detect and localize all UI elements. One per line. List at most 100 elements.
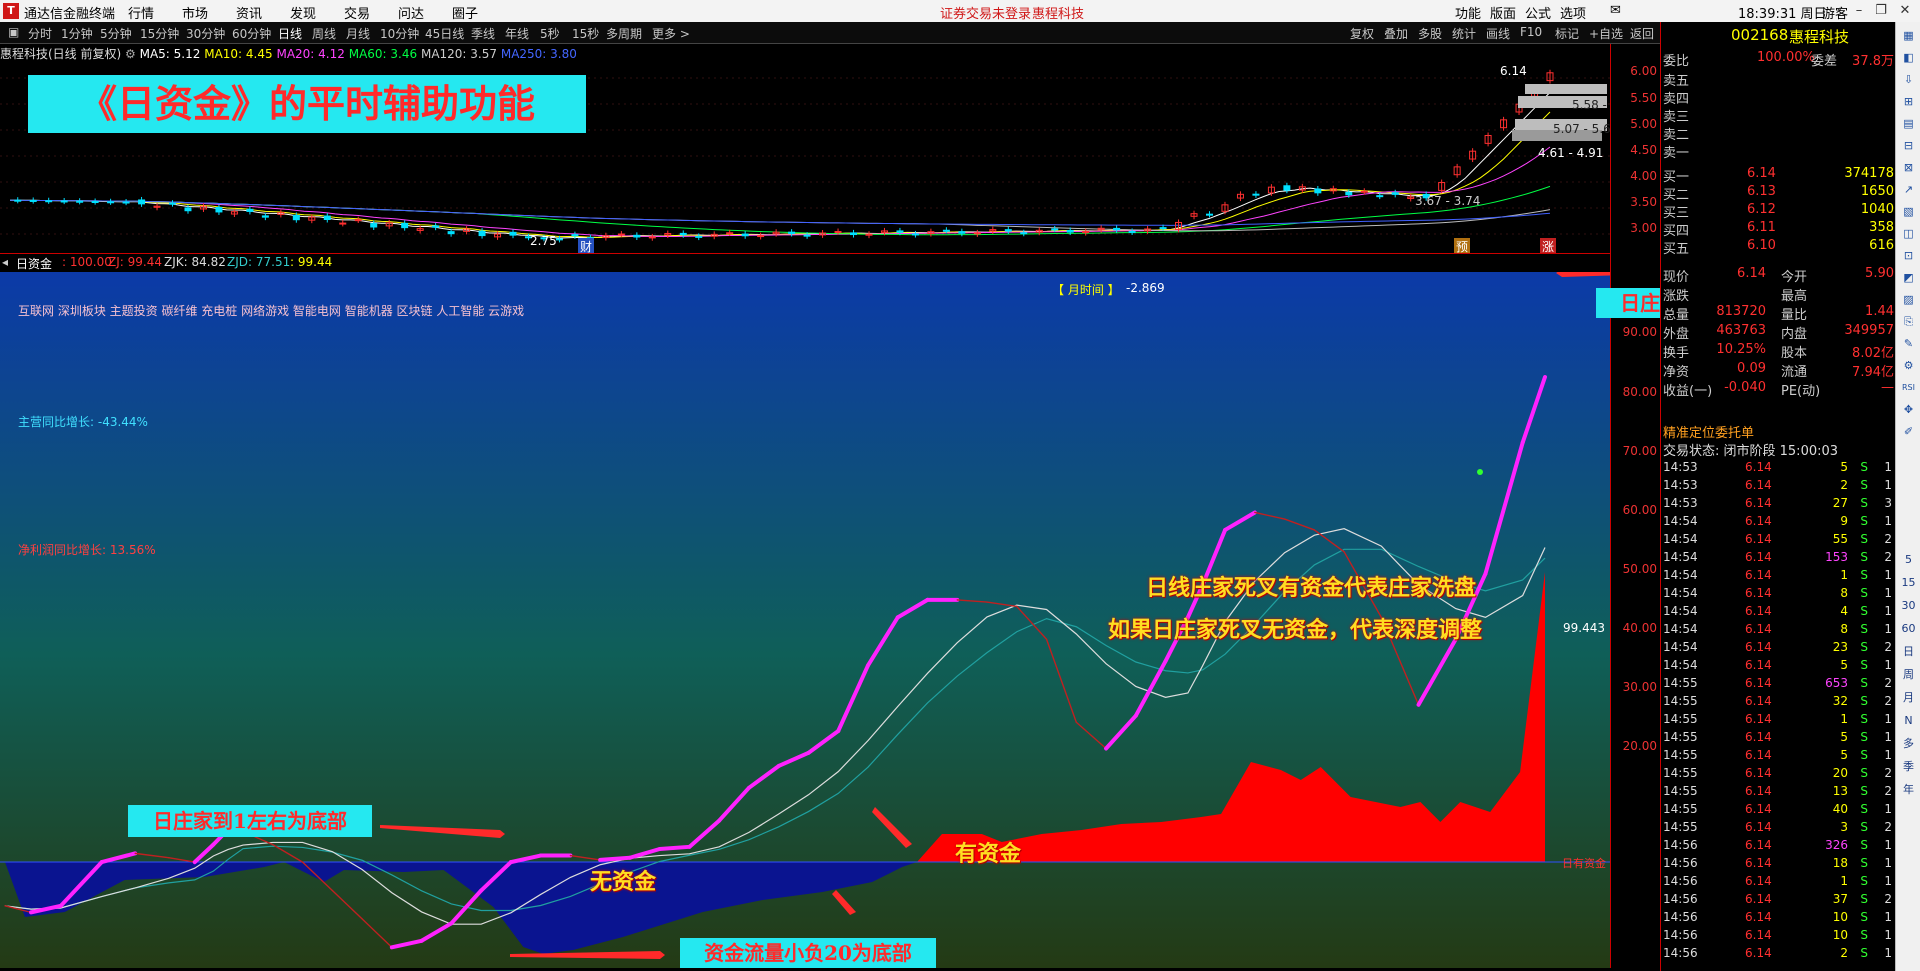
period-toggle-icon[interactable]: ▣ [8, 25, 19, 39]
buy-row[interactable]: 买四 6.11 358 [1661, 220, 1896, 239]
period-15sec[interactable]: 15秒 [572, 25, 599, 42]
tick-row[interactable]: 14:53 6.14 5 S 1 [1661, 460, 1896, 477]
period-season[interactable]: 季线 [471, 25, 495, 42]
tick-row[interactable]: 14:55 6.14 1 S 1 [1661, 712, 1896, 729]
tick-row[interactable]: 14:56 6.14 10 S 1 [1661, 928, 1896, 945]
mail-icon[interactable]: ✉ [1610, 3, 1621, 18]
period-year[interactable]: 年线 [505, 25, 529, 42]
period-shortcut[interactable]: 5 [1901, 552, 1916, 567]
menu-quanzi[interactable]: 圈子 [452, 3, 478, 22]
period-shortcut[interactable]: 周 [1901, 667, 1916, 682]
btn-biaoji[interactable]: 标记 [1555, 25, 1579, 42]
tick-row[interactable]: 14:53 6.14 2 S 1 [1661, 478, 1896, 495]
btn-diejia[interactable]: 叠加 [1384, 25, 1408, 42]
tick-row[interactable]: 14:54 6.14 153 S 2 [1661, 550, 1896, 567]
sell-row[interactable]: 卖四 [1661, 88, 1896, 107]
menu-gongshi[interactable]: 公式 [1525, 3, 1551, 22]
menu-gongneng[interactable]: 功能 [1455, 3, 1481, 22]
panel-icon[interactable]: ◧ [1901, 50, 1916, 65]
tick-row[interactable]: 14:55 6.14 3 S 2 [1661, 820, 1896, 837]
period-1min[interactable]: 1分钟 [61, 25, 93, 42]
back-arrow-icon[interactable]: ‹ [1830, 2, 1848, 20]
period-multi[interactable]: 多周期 [606, 25, 642, 42]
period-shortcut[interactable]: 季 [1901, 759, 1916, 774]
hatch-icon[interactable]: ▨ [1901, 292, 1916, 307]
buy-row[interactable]: 买二 6.13 1650 [1661, 184, 1896, 203]
period-60min[interactable]: 60分钟 [232, 25, 271, 42]
tick-row[interactable]: 14:54 6.14 9 S 1 [1661, 514, 1896, 531]
menu-shichang[interactable]: 市场 [182, 3, 208, 22]
tick-row[interactable]: 14:55 6.14 32 S 2 [1661, 694, 1896, 711]
layout-icon[interactable]: ⊞ [1901, 94, 1916, 109]
move-icon[interactable]: ✥ [1901, 402, 1916, 417]
sell-row[interactable]: 卖二 [1661, 124, 1896, 143]
tick-row[interactable]: 14:53 6.14 27 S 3 [1661, 496, 1896, 513]
tick-row[interactable]: 14:54 6.14 55 S 2 [1661, 532, 1896, 549]
window-icon[interactable]: ◩ [1901, 270, 1916, 285]
period-shortcut[interactable]: 30 [1901, 598, 1916, 613]
tick-row[interactable]: 14:55 6.14 653 S 2 [1661, 676, 1896, 693]
menu-wenda[interactable]: 问达 [398, 3, 424, 22]
draw-icon[interactable]: ✐ [1901, 424, 1916, 439]
btn-add-favorite[interactable]: +自选 [1589, 25, 1623, 42]
tick-row[interactable]: 14:54 6.14 4 S 1 [1661, 604, 1896, 621]
period-45day[interactable]: 45日线 [425, 25, 464, 42]
period-month[interactable]: 月线 [346, 25, 370, 42]
tick-row[interactable]: 14:54 6.14 5 S 1 [1661, 658, 1896, 675]
close-icon[interactable]: ✕ [1896, 2, 1914, 20]
list-icon[interactable]: ▤ [1901, 116, 1916, 131]
menu-banmian[interactable]: 版面 [1490, 3, 1516, 22]
tick-row[interactable]: 14:54 6.14 8 S 1 [1661, 622, 1896, 639]
btn-back[interactable]: 返回 [1630, 25, 1654, 42]
chart-icon[interactable]: ⊠ [1901, 160, 1916, 175]
period-shortcut[interactable]: 15 [1901, 575, 1916, 590]
minimize-icon[interactable]: – [1850, 2, 1868, 20]
sell-row[interactable]: 卖一 [1661, 142, 1896, 161]
period-shortcut[interactable]: 日 [1901, 644, 1916, 659]
tick-row[interactable]: 14:56 6.14 2 S 1 [1661, 946, 1896, 963]
period-day[interactable]: 日线 [278, 25, 302, 42]
tick-row[interactable]: 14:55 6.14 20 S 2 [1661, 766, 1896, 783]
period-shortcut[interactable]: N [1901, 713, 1916, 728]
bar-icon[interactable]: ▧ [1901, 204, 1916, 219]
period-5sec[interactable]: 5秒 [540, 25, 560, 42]
menu-jiaoyi[interactable]: 交易 [344, 3, 370, 22]
period-shortcut[interactable]: 多 [1901, 736, 1916, 751]
indicator-name[interactable]: 日资金 [16, 255, 52, 272]
period-15min[interactable]: 15分钟 [140, 25, 179, 42]
tick-row[interactable]: 14:56 6.14 1 S 1 [1661, 874, 1896, 891]
tick-row[interactable]: 14:54 6.14 8 S 1 [1661, 586, 1896, 603]
btn-huaxian[interactable]: 画线 [1486, 25, 1510, 42]
trend-icon[interactable]: ↗ [1901, 182, 1916, 197]
period-week[interactable]: 周线 [312, 25, 336, 42]
tick-row[interactable]: 14:55 6.14 5 S 1 [1661, 730, 1896, 747]
btn-fuquan[interactable]: 复权 [1350, 25, 1374, 42]
grid-icon[interactable]: ▦ [1901, 28, 1916, 43]
tick-row[interactable]: 14:54 6.14 23 S 2 [1661, 640, 1896, 657]
rsi-icon[interactable]: RSI [1901, 380, 1916, 395]
tick-row[interactable]: 14:56 6.14 37 S 2 [1661, 892, 1896, 909]
period-shortcut[interactable]: 年 [1901, 782, 1916, 797]
period-30min[interactable]: 30分钟 [186, 25, 225, 42]
tick-row[interactable]: 14:55 6.14 40 S 1 [1661, 802, 1896, 819]
tick-row[interactable]: 14:54 6.14 1 S 1 [1661, 568, 1896, 585]
indicator-toggle-icon[interactable]: ◂ [2, 255, 8, 269]
sell-row[interactable]: 卖三 [1661, 106, 1896, 125]
split-icon[interactable]: ◫ [1901, 226, 1916, 241]
btn-f10[interactable]: F10 [1520, 25, 1542, 39]
gear-icon[interactable]: ⚙ [1901, 358, 1916, 373]
tick-row[interactable]: 14:56 6.14 18 S 1 [1661, 856, 1896, 873]
pen-icon[interactable]: ✎ [1901, 336, 1916, 351]
period-10min[interactable]: 10分钟 [380, 25, 419, 42]
period-more[interactable]: 更多 > [652, 25, 690, 42]
sell-row[interactable]: 卖五 [1661, 70, 1896, 89]
btn-duogu[interactable]: 多股 [1418, 25, 1442, 42]
period-shortcut[interactable]: 月 [1901, 690, 1916, 705]
period-5min[interactable]: 5分钟 [100, 25, 132, 42]
login-notice[interactable]: 证券交易未登录 [940, 3, 1031, 22]
maximize-icon[interactable]: ❐ [1872, 2, 1890, 20]
buy-row[interactable]: 买一 6.14 374178 [1661, 166, 1896, 185]
btn-tongji[interactable]: 统计 [1452, 25, 1476, 42]
tick-row[interactable]: 14:56 6.14 10 S 1 [1661, 910, 1896, 927]
buy-row[interactable]: 买三 6.12 1040 [1661, 202, 1896, 221]
